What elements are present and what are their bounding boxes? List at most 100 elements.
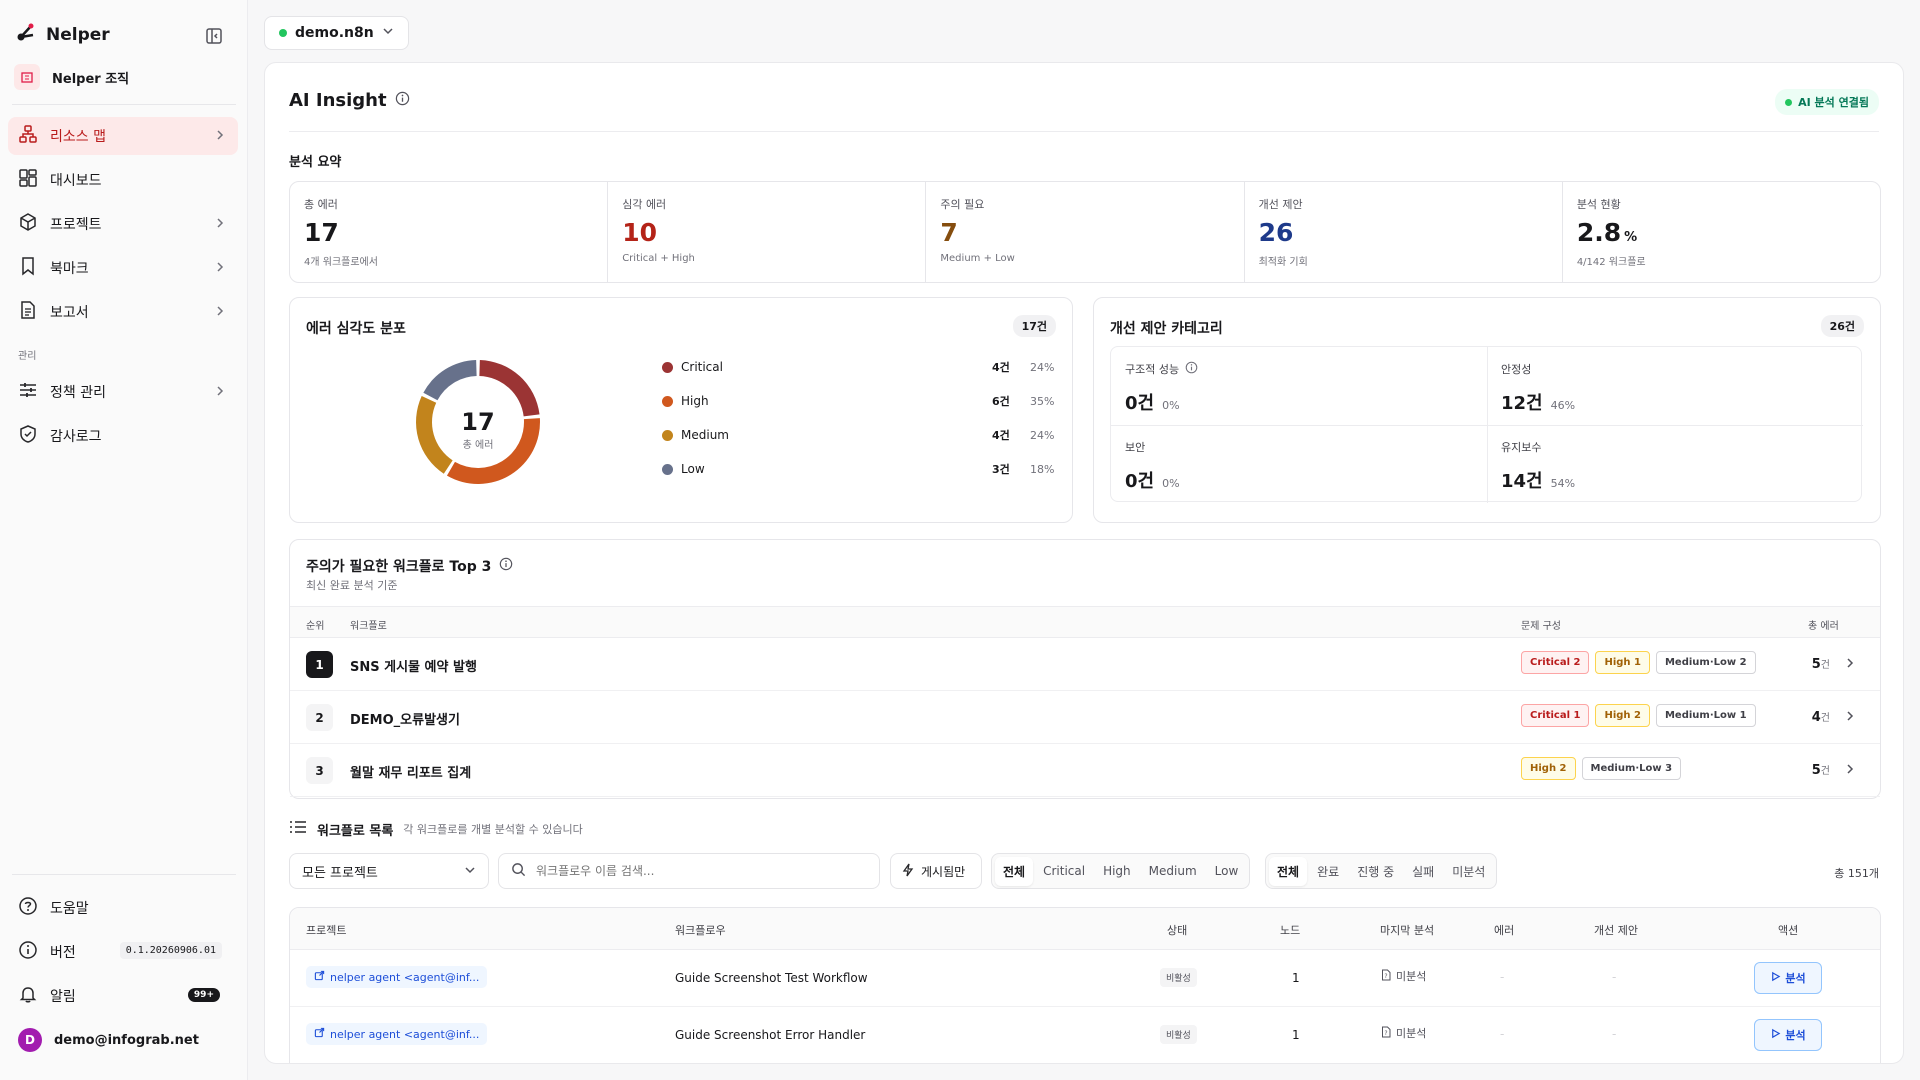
top3-row[interactable]: 3 월말 재무 리포트 집계 High 2 Medium·Low 3 5건 — [290, 744, 1880, 797]
top3-card: 주의가 필요한 워크플로 Top 3 최신 완료 분석 기준 순위 워크플로 문… — [289, 539, 1881, 799]
analyze-button[interactable]: 분석 — [1754, 962, 1822, 994]
node-count: 1 — [1292, 971, 1300, 985]
table-row[interactable]: nelper agent <agent@inf... Guide Screens… — [290, 950, 1880, 1007]
workflow-list-subtitle: 각 워크플로를 개별 분석할 수 있습니다 — [403, 823, 583, 836]
stat-card: 분석 현황 2.8% 4/142 워크플로 — [1563, 182, 1880, 282]
nav-audit-log[interactable]: 감사로그 — [8, 417, 238, 455]
org-name: Nelper 조직 — [52, 71, 130, 87]
workflow-table-header: 프로젝트 워크플로우 상태 노드 마지막 분석 에러 개선 제안 액션 — [290, 908, 1880, 950]
donut-slice-medium[interactable] — [416, 396, 453, 474]
file-icon: ? — [1380, 969, 1392, 984]
info-icon[interactable] — [499, 557, 513, 575]
bookmark-icon — [18, 256, 38, 280]
issue-tag: Critical 2 — [1521, 651, 1590, 674]
node-count: 1 — [1292, 1028, 1300, 1042]
stat-subtext: Medium + Low — [940, 253, 1015, 264]
workflow-table: 프로젝트 워크플로우 상태 노드 마지막 분석 에러 개선 제안 액션 nelp… — [289, 907, 1881, 1063]
filter-option[interactable]: Low — [1207, 858, 1247, 884]
category-count: 12건 — [1501, 393, 1543, 414]
category-stability: 안정성 12건 46% — [1487, 347, 1863, 425]
nav-projects[interactable]: 프로젝트 — [8, 205, 238, 243]
info-icon[interactable] — [395, 90, 410, 111]
filter-option[interactable]: 전체 — [995, 856, 1034, 886]
workflow-name: DEMO_오류발생기 — [350, 713, 460, 728]
dashboard-icon — [18, 168, 38, 192]
table-row[interactable]: nelper agent <agent@inf... Guide Screens… — [290, 1007, 1880, 1063]
filter-option[interactable]: 전체 — [1269, 856, 1308, 886]
stat-subtext: 4개 워크플로에서 — [304, 257, 378, 268]
nav-reports[interactable]: 보고서 — [8, 293, 238, 331]
donut-slice-low[interactable] — [423, 360, 477, 401]
column-header: 워크플로 — [350, 621, 387, 632]
project-filter-select[interactable]: 모든 프로젝트 — [289, 853, 489, 889]
legend-name: Low — [681, 462, 705, 476]
nav-label: 버전 — [50, 945, 76, 961]
issue-tag: High 1 — [1595, 651, 1650, 674]
top3-title: 주의가 필요한 워크플로 Top 3 — [306, 556, 513, 576]
nav-policy[interactable]: 정책 관리 — [8, 373, 238, 411]
workflow-search[interactable] — [498, 853, 880, 889]
nav-dashboard[interactable]: 대시보드 — [8, 161, 238, 199]
workflow-list-heading: 워크플로 목록 각 워크플로를 개별 분석할 수 있습니다 — [289, 818, 583, 840]
user-menu[interactable]: D demo@infograb.net — [8, 1021, 238, 1059]
legend-count: 4건 — [992, 361, 1010, 374]
info-icon[interactable] — [1185, 361, 1198, 377]
workspace-select[interactable]: demo.n8n — [264, 16, 409, 50]
filter-option[interactable]: High — [1095, 858, 1139, 884]
filter-option[interactable]: Medium — [1141, 858, 1205, 884]
filter-option[interactable]: 완료 — [1309, 857, 1347, 886]
search-icon — [511, 862, 526, 880]
issue-tags: Critical 1 High 2 Medium·Low 1 — [1521, 704, 1756, 727]
filter-option[interactable]: 진행 중 — [1349, 857, 1402, 886]
summary-stats: 총 에러 17 4개 워크플로에서 심각 에러 10 Critical + Hig… — [289, 181, 1881, 283]
org-switcher[interactable]: Nelper 조직 — [14, 64, 129, 90]
nav-label: 정책 관리 — [50, 385, 106, 401]
nav-bookmarks[interactable]: 북마크 — [8, 249, 238, 287]
top3-row[interactable]: 2 DEMO_오류발생기 Critical 1 High 2 Medium·Low … — [290, 691, 1880, 744]
stat-card: 총 에러 17 4개 워크플로에서 — [290, 182, 609, 282]
categories-title: 개선 제안 카테고리 — [1110, 321, 1223, 337]
legend-count: 3건 — [992, 463, 1010, 476]
building-icon — [14, 64, 40, 90]
notification-count-badge: 99+ — [187, 988, 220, 1002]
analyze-button[interactable]: 분석 — [1754, 1019, 1822, 1051]
published-only-toggle[interactable]: 게시됨만 — [890, 853, 982, 889]
filter-option[interactable]: Critical — [1035, 858, 1093, 884]
nav-version[interactable]: 버전 0.1.20260906.01 — [8, 933, 238, 971]
chevron-right-icon[interactable] — [1844, 657, 1856, 673]
nav-resource-map[interactable]: 리소스 맵 — [8, 117, 238, 155]
nav-notifications[interactable]: 알림 99+ — [8, 977, 238, 1015]
ai-connected-text: AI 분석 연결됨 — [1798, 96, 1869, 109]
analyze-label: 분석 — [1785, 972, 1806, 985]
brand-logo[interactable]: Nelper — [16, 22, 110, 48]
nelper-logo-icon — [16, 22, 38, 48]
chevron-right-icon[interactable] — [1844, 763, 1856, 779]
issue-tags: High 2 Medium·Low 3 — [1521, 757, 1682, 780]
stat-label: 심각 에러 — [622, 198, 667, 211]
project-chip[interactable]: nelper agent <agent@inf... — [306, 1023, 488, 1045]
legend-name: Medium — [681, 428, 729, 442]
severity-filter: 전체 Critical High Medium Low — [991, 853, 1251, 889]
category-count: 0건 — [1125, 393, 1155, 414]
top3-row[interactable]: 1 SNS 게시물 예약 발행 Critical 2 High 1 Medium·L… — [290, 638, 1880, 691]
nav-help[interactable]: 도움말 — [8, 889, 238, 927]
search-input[interactable] — [536, 864, 856, 878]
workflow-name: SNS 게시물 예약 발행 — [350, 660, 477, 675]
chevron-right-icon — [214, 261, 226, 277]
sidebar-collapse-icon[interactable] — [204, 26, 226, 48]
play-icon — [1770, 1028, 1781, 1042]
stat-subtext: 4/142 워크플로 — [1576, 257, 1646, 268]
category-security: 보안 0건 0% — [1111, 425, 1487, 503]
project-chip[interactable]: nelper agent <agent@inf... — [306, 966, 488, 988]
filter-option[interactable]: 실패 — [1404, 857, 1442, 886]
legend-item: High 6건 35% — [662, 391, 1054, 411]
svg-text:?: ? — [1384, 973, 1387, 980]
shield-check-icon — [18, 424, 38, 448]
summary-title: 분석 요약 — [289, 155, 342, 170]
chevron-right-icon[interactable] — [1844, 710, 1856, 726]
filter-option[interactable]: 미분석 — [1444, 857, 1493, 886]
total-errors: 4건 — [1812, 709, 1830, 725]
nav-label: 감사로그 — [50, 429, 102, 445]
category-grid: 구조적 성능 0건 0% 안정성 12건 46% 보안 0건 0% 유지보수 14건 5… — [1110, 346, 1863, 503]
category-value: 0건 0% — [1125, 389, 1473, 415]
